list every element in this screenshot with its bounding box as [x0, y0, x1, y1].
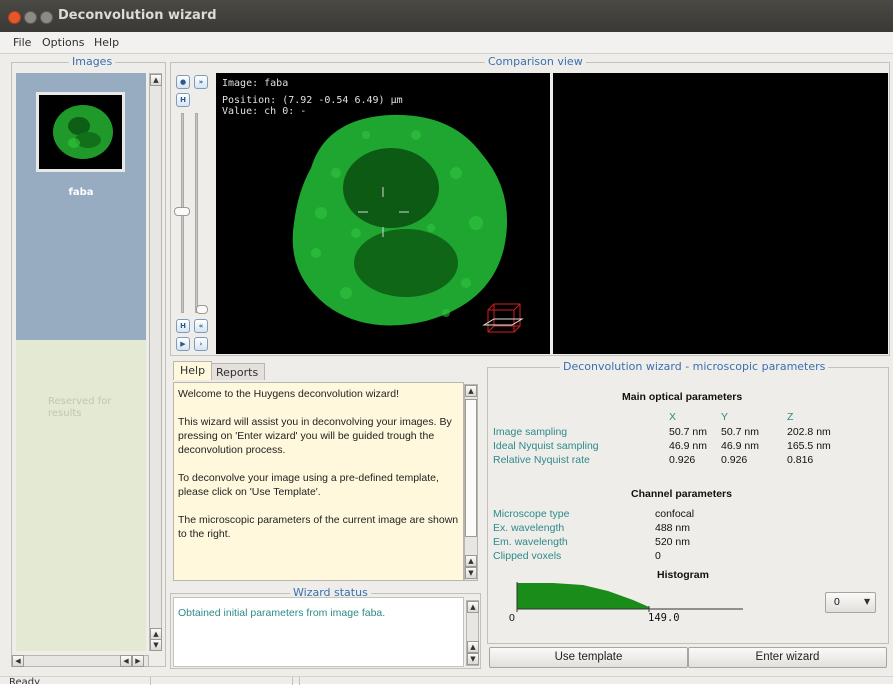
close-icon[interactable] — [8, 11, 21, 24]
home-icon[interactable]: H — [176, 319, 190, 333]
param-value: 50.7 nm — [669, 426, 707, 438]
comparison-title: Comparison view — [485, 56, 586, 68]
histogram-plot — [516, 582, 743, 612]
result-viewer[interactable] — [553, 73, 888, 354]
chevron-down-icon: ▼ — [864, 597, 871, 606]
channel-label: Em. wavelength — [493, 536, 568, 548]
channel-value: 520 nm — [655, 536, 691, 548]
scroll-up-icon[interactable]: ▲ — [465, 555, 477, 567]
status-bar: Ready — [0, 676, 893, 685]
rewind-icon[interactable]: « — [194, 319, 208, 333]
tab-help[interactable]: Help — [173, 361, 213, 380]
reset-view-icon[interactable]: ● — [176, 75, 190, 89]
image-viewer[interactable]: Image: faba Position: (7.92 -0.54 6.49) … — [216, 73, 550, 354]
title-bar: Deconvolution wizard — [0, 0, 893, 32]
col-z: Z — [787, 411, 794, 423]
channel-params-heading: Channel parameters — [631, 488, 732, 500]
help-paragraph: Welcome to the Huygens deconvolution wiz… — [178, 388, 400, 400]
help-paragraph: To deconvolve your image using a pre-def… — [178, 472, 439, 498]
histogram-min-label: 0 — [509, 612, 515, 624]
scroll-right-icon[interactable]: ▶ — [132, 655, 144, 667]
scroll-down-icon[interactable]: ▼ — [465, 567, 477, 579]
menu-file[interactable]: File — [13, 36, 31, 49]
use-template-button[interactable]: Use template — [489, 647, 688, 668]
channel-label: Clipped voxels — [493, 550, 562, 562]
histogram-heading: Histogram — [657, 569, 709, 581]
images-group-title: Images — [69, 56, 116, 68]
overlay-image: Image: faba — [222, 78, 289, 89]
scroll-thumb[interactable] — [465, 399, 477, 537]
wizard-status-message: Obtained initial parameters from image f… — [178, 607, 386, 619]
orientation-cube-icon — [487, 303, 521, 333]
overlay-value: Value: ch 0: - — [222, 106, 307, 117]
channel-label: Microscope type — [493, 508, 570, 520]
scroll-up-icon[interactable]: ▲ — [150, 74, 162, 86]
play-icon[interactable]: ▶ — [176, 337, 190, 351]
help-paragraph: This wizard will assist you in deconvolv… — [178, 416, 452, 456]
window-title: Deconvolution wizard — [58, 8, 217, 23]
param-label: Relative Nyquist rate — [493, 454, 590, 466]
param-value: 0.926 — [669, 454, 696, 466]
param-value: 46.9 nm — [721, 440, 759, 452]
slice-slider-handle[interactable] — [174, 207, 190, 216]
param-label: Image sampling — [493, 426, 568, 438]
param-value: 0.926 — [721, 454, 748, 466]
help-scrollbar[interactable]: ▲ ▲ ▼ — [464, 384, 478, 581]
param-value: 46.9 nm — [669, 440, 707, 452]
help-paragraph: The microscopic parameters of the curren… — [178, 514, 459, 540]
viewer-controls: ● » H H « ▶ › — [172, 73, 214, 354]
scroll-up-icon[interactable]: ▲ — [467, 601, 479, 613]
channel-value: 0 — [655, 550, 661, 562]
results-area: Reserved for results — [16, 340, 146, 651]
image-thumbnail[interactable] — [36, 92, 125, 172]
wizard-status-box: Obtained initial parameters from image f… — [173, 597, 464, 667]
fast-forward-icon[interactable]: » — [194, 75, 208, 89]
param-value: 165.5 nm — [787, 440, 831, 452]
main-params-heading: Main optical parameters — [622, 391, 743, 403]
histogram-max-label: 149.0 — [648, 612, 680, 624]
step-icon[interactable]: › — [194, 337, 208, 351]
scroll-down-icon[interactable]: ▼ — [150, 639, 162, 651]
scroll-up-icon[interactable]: ▲ — [467, 641, 479, 653]
enter-wizard-button[interactable]: Enter wizard — [688, 647, 887, 668]
scroll-down-icon[interactable]: ▼ — [467, 653, 479, 665]
image-list-item[interactable]: faba — [16, 187, 146, 198]
maximize-icon[interactable] — [40, 11, 53, 24]
menu-help[interactable]: Help — [94, 36, 119, 49]
params-title: Deconvolution wizard - microscopic param… — [560, 361, 829, 373]
channel-select-value: 0 — [834, 596, 840, 608]
image-list-scrollbar[interactable]: ▲ ▲ ▼ — [149, 73, 162, 651]
channel-value: confocal — [655, 508, 695, 520]
zoom-slider-track[interactable] — [195, 113, 198, 313]
status-scrollbar[interactable]: ▲ ▲ ▼ — [466, 600, 479, 666]
minimize-icon[interactable] — [24, 11, 37, 24]
menu-options[interactable]: Options — [42, 36, 84, 49]
channel-value: 488 nm — [655, 522, 691, 534]
zoom-slider-handle[interactable] — [196, 305, 208, 314]
status-text: Ready — [9, 677, 41, 684]
scroll-up-icon[interactable]: ▲ — [465, 385, 477, 397]
help-text-area: Welcome to the Huygens deconvolution wiz… — [173, 382, 464, 581]
tab-reports[interactable]: Reports — [209, 363, 266, 380]
channel-label: Ex. wavelength — [493, 522, 565, 534]
cell-thumbnail-icon — [53, 105, 113, 159]
image-list-hscrollbar[interactable]: ◀ ◀ ▶ — [11, 655, 149, 667]
channel-select[interactable]: 0 ▼ — [825, 592, 876, 613]
scroll-left-icon[interactable]: ◀ — [120, 655, 132, 667]
results-placeholder: Reserved for results — [48, 396, 112, 419]
home-icon[interactable]: H — [176, 93, 190, 107]
scroll-left-icon[interactable]: ◀ — [12, 655, 24, 667]
overlay-position: Position: (7.92 -0.54 6.49) µm — [222, 95, 403, 106]
param-value: 0.816 — [787, 454, 814, 466]
param-value: 50.7 nm — [721, 426, 759, 438]
col-x: X — [669, 411, 677, 423]
param-value: 202.8 nm — [787, 426, 831, 438]
param-label: Ideal Nyquist sampling — [493, 440, 599, 452]
menu-bar: File Options Help — [0, 32, 893, 54]
col-y: Y — [721, 411, 729, 423]
